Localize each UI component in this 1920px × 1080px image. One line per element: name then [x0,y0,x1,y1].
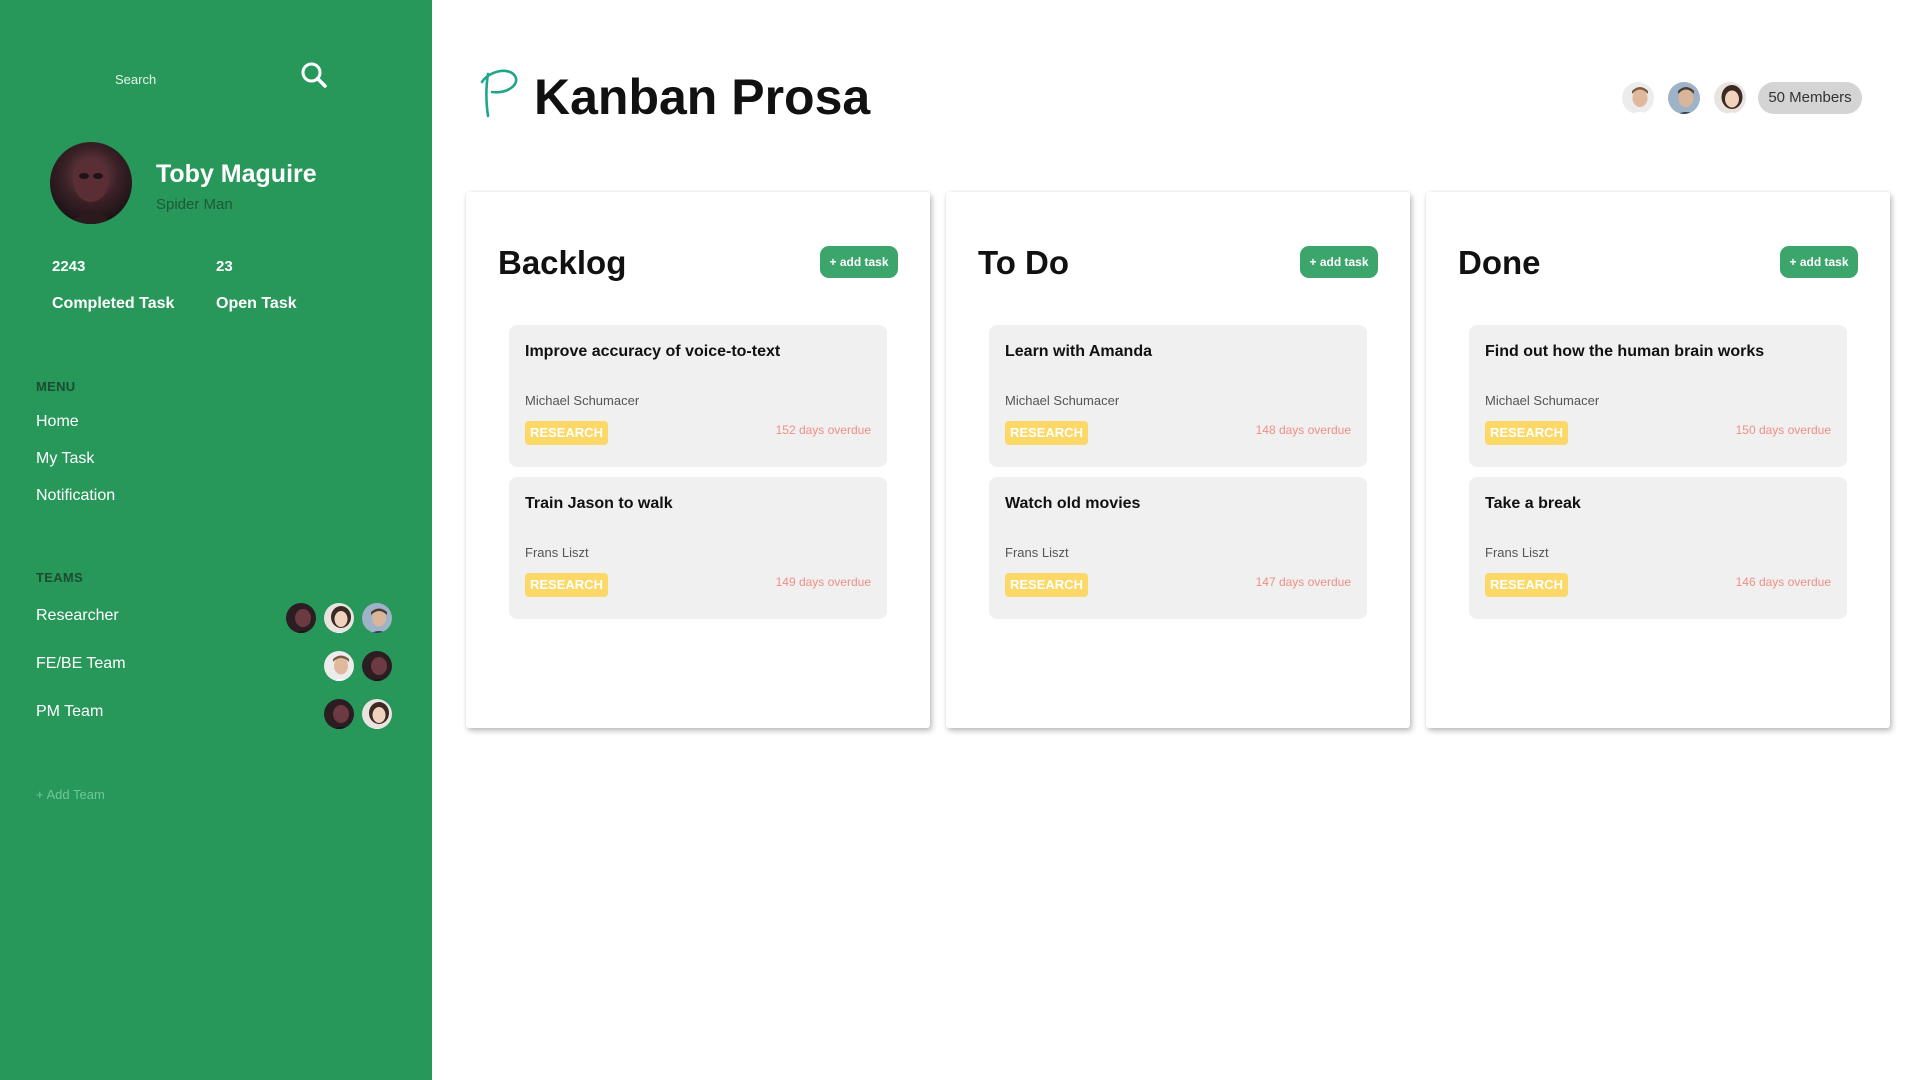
menu-section-title: MENU [36,379,76,394]
column-done: Done + add task Find out how the human b… [1426,192,1890,728]
column-title: Backlog [498,244,627,281]
prosa-logo [480,69,518,118]
team-item-pm-team[interactable]: PM Team [36,697,396,733]
avatar[interactable] [1666,80,1702,116]
task-assignee: Frans Liszt [1005,545,1069,560]
task-assignee: Frans Liszt [525,545,589,560]
team-avatars [322,697,396,731]
column-backlog: Backlog + add task Improve accuracy of v… [466,192,930,728]
task-tag: RESEARCH [525,421,608,445]
column-to-do: To Do + add task Learn with Amanda Micha… [946,192,1410,728]
task-title: Take a break [1485,495,1581,512]
add-task-button[interactable]: + add task [820,246,898,278]
user-role: Spider Man [156,196,233,213]
task-due: 146 days overdue [1735,575,1831,589]
task-card[interactable]: Find out how the human brain works Micha… [1469,325,1847,467]
avatar [322,649,356,683]
task-tag: RESEARCH [1485,421,1568,445]
task-card[interactable]: Take a break Frans Liszt RESEARCH 146 da… [1469,477,1847,619]
task-tag: RESEARCH [525,573,608,597]
team-name: FE/BE Team [36,655,126,672]
avatar [322,697,356,731]
task-due: 148 days overdue [1255,423,1351,437]
team-avatars [322,649,396,683]
task-tag: RESEARCH [1005,573,1088,597]
menu-item-home[interactable]: Home [36,413,79,431]
user-avatar[interactable] [50,142,132,224]
open-task-count: 23 [216,258,233,275]
task-card[interactable]: Watch old movies Frans Liszt RESEARCH 14… [989,477,1367,619]
completed-task-count: 2243 [52,258,86,275]
team-item-fe-be-team[interactable]: FE/BE Team [36,649,396,685]
members-group: 50 Members [1620,80,1920,116]
task-card[interactable]: Improve accuracy of voice-to-text Michae… [509,325,887,467]
avatar [360,697,394,731]
task-title: Learn with Amanda [1005,343,1152,360]
teams-section-title: TEAMS [36,570,83,585]
task-title: Find out how the human brain works [1485,343,1765,360]
task-assignee: Michael Schumacer [1005,393,1120,408]
avatar [284,601,318,635]
avatar[interactable] [1620,80,1656,116]
task-due: 149 days overdue [775,575,871,589]
team-name: PM Team [36,703,104,720]
task-tag: RESEARCH [1005,421,1088,445]
avatar [360,649,394,683]
search-box [115,62,335,96]
task-assignee: Michael Schumacer [1485,393,1600,408]
column-title: Done [1458,244,1541,281]
avatar [322,601,356,635]
members-count-badge[interactable]: 50 Members [1758,82,1862,114]
add-task-button[interactable]: + add task [1300,246,1378,278]
task-card[interactable]: Train Jason to walk Frans Liszt RESEARCH… [509,477,887,619]
completed-task-label: Completed Task [52,295,175,312]
add-task-button[interactable]: + add task [1780,246,1858,278]
team-name: Researcher [36,607,119,624]
sidebar: Toby Maguire Spider Man 2243 Completed T… [0,0,432,1080]
task-card[interactable]: Learn with Amanda Michael Schumacer RESE… [989,325,1367,467]
menu-item-notification[interactable]: Notification [36,487,115,505]
add-team-button[interactable]: + Add Team [36,787,105,802]
task-due: 147 days overdue [1255,575,1351,589]
menu-item-my-task[interactable]: My Task [36,450,94,468]
user-name: Toby Maguire [156,160,317,188]
task-assignee: Michael Schumacer [525,393,640,408]
task-title: Watch old movies [1005,495,1141,512]
avatar [360,601,394,635]
task-title: Train Jason to walk [525,495,673,512]
task-assignee: Frans Liszt [1485,545,1549,560]
avatar[interactable] [1712,80,1748,116]
task-title: Improve accuracy of voice-to-text [525,343,781,360]
team-item-researcher[interactable]: Researcher [36,601,396,637]
team-avatars [284,601,396,635]
column-title: To Do [978,244,1070,281]
task-tag: RESEARCH [1485,573,1568,597]
search-input[interactable] [115,66,285,92]
task-due: 152 days overdue [775,423,871,437]
page-title: Kanban Prosa [534,69,871,125]
search-icon[interactable] [299,60,329,90]
task-due: 150 days overdue [1735,423,1831,437]
open-task-label: Open Task [216,295,297,312]
